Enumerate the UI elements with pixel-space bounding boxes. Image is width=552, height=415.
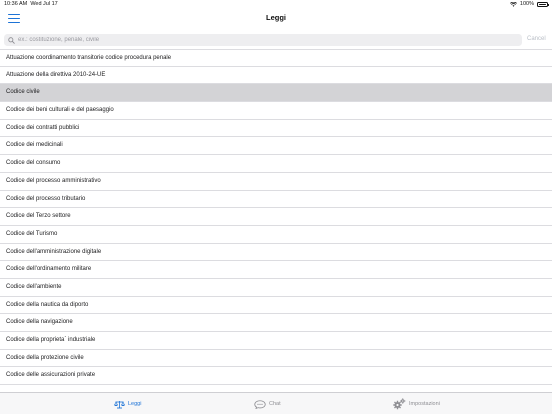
list-item[interactable]: Codice del processo tributario (0, 191, 552, 209)
list-item[interactable]: Codice della nautica da diporto (0, 297, 552, 315)
list-item[interactable]: Attuazione coordinamento transitorie cod… (0, 49, 552, 67)
list-item-label: Codice dei medicinali (6, 142, 63, 149)
list-item[interactable]: Codice della proprieta` industriale (0, 332, 552, 350)
status-time-date: 10:36 AM Wed Jul 17 (4, 0, 58, 9)
wifi-icon (509, 2, 517, 7)
list-item[interactable]: Codice delle assicurazioni private (0, 367, 552, 386)
list-item-label: Codice della protezione civile (6, 354, 84, 361)
tab-bar: Leggi Chat Impostazioni (0, 392, 552, 414)
list-item[interactable] (0, 385, 552, 392)
list-item[interactable]: Codice dell'ordinamento militare (0, 261, 552, 279)
list-item-label: Codice dell'amministrazione digitale (6, 248, 102, 255)
list-item[interactable]: Codice del processo amministrativo (0, 173, 552, 191)
list-item-label: Codice del consumo (6, 160, 61, 167)
laws-list[interactable]: Attuazione coordinamento transitorie cod… (0, 49, 552, 392)
tab-chat[interactable]: Chat (254, 393, 281, 415)
list-item[interactable]: Codice del Terzo settore (0, 208, 552, 226)
list-item[interactable]: Codice della protezione civile (0, 350, 552, 368)
tab-chat-label: Chat (269, 401, 281, 407)
list-item[interactable]: Codice dell'amministrazione digitale (0, 244, 552, 262)
tab-impostazioni[interactable]: Impostazioni (393, 393, 440, 415)
list-item-label: Codice dell'ambiente (6, 283, 62, 290)
list-item[interactable]: Codice della navigazione (0, 314, 552, 332)
list-item[interactable]: Codice del Turismo (0, 226, 552, 244)
list-item[interactable]: Codice dei medicinali (0, 137, 552, 156)
tab-impostazioni-label: Impostazioni (409, 401, 440, 407)
list-item[interactable]: Codice del consumo (0, 155, 552, 173)
status-bar: 10:36 AM Wed Jul 17 100% (0, 0, 552, 9)
list-item-label: Codice della navigazione (6, 319, 73, 326)
list-item-label: Codice della nautica da diporto (6, 301, 89, 308)
list-item-label: Codice dell'ordinamento militare (6, 266, 92, 273)
status-date: Wed Jul 17 (30, 1, 58, 7)
gears-icon (393, 398, 406, 410)
list-item[interactable]: Codice civile (0, 84, 552, 103)
list-item-label: Codice dei contratti pubblici (6, 124, 80, 131)
list-item-label: Codice dei beni culturali e del paesaggi… (6, 107, 114, 114)
search-bar[interactable] (4, 34, 522, 46)
tab-leggi[interactable]: Leggi (114, 393, 141, 415)
search-input[interactable] (18, 34, 518, 46)
list-item-label: Codice del Terzo settore (6, 213, 71, 220)
scales-icon (114, 400, 125, 408)
status-time: 10:36 AM (4, 1, 28, 7)
list-item-label: Codice del Turismo (6, 230, 58, 237)
list-item-label: Codice della proprieta` industriale (6, 337, 96, 343)
list-item-label: Codice civile (6, 89, 40, 96)
list-item[interactable]: Codice dei beni culturali e del paesaggi… (0, 102, 552, 120)
battery-icon (537, 2, 549, 7)
navigation-bar: Leggi (0, 9, 552, 29)
page-title: Leggi (266, 13, 286, 22)
list-item[interactable]: Codice dei contratti pubblici (0, 120, 552, 138)
status-right: 100% (509, 0, 549, 9)
list-item[interactable]: Attuazione della direttiva 2010-24-UE (0, 67, 552, 85)
list-item-label: Codice del processo tributario (6, 195, 86, 202)
chat-bubble-icon (254, 399, 266, 409)
battery-percent: 100% (519, 1, 534, 7)
list-item-label: Codice del processo amministrativo (6, 177, 101, 184)
list-item-label: Codice delle assicurazioni private (6, 372, 96, 379)
tab-leggi-label: Leggi (128, 401, 142, 407)
search-icon (8, 36, 15, 44)
list-item[interactable]: Codice dell'ambiente (0, 279, 552, 297)
list-item-label: Attuazione coordinamento transitorie cod… (6, 55, 172, 61)
cancel-button[interactable]: Cancel (527, 36, 546, 42)
list-item-label: Attuazione della direttiva 2010-24-UE (6, 71, 106, 78)
